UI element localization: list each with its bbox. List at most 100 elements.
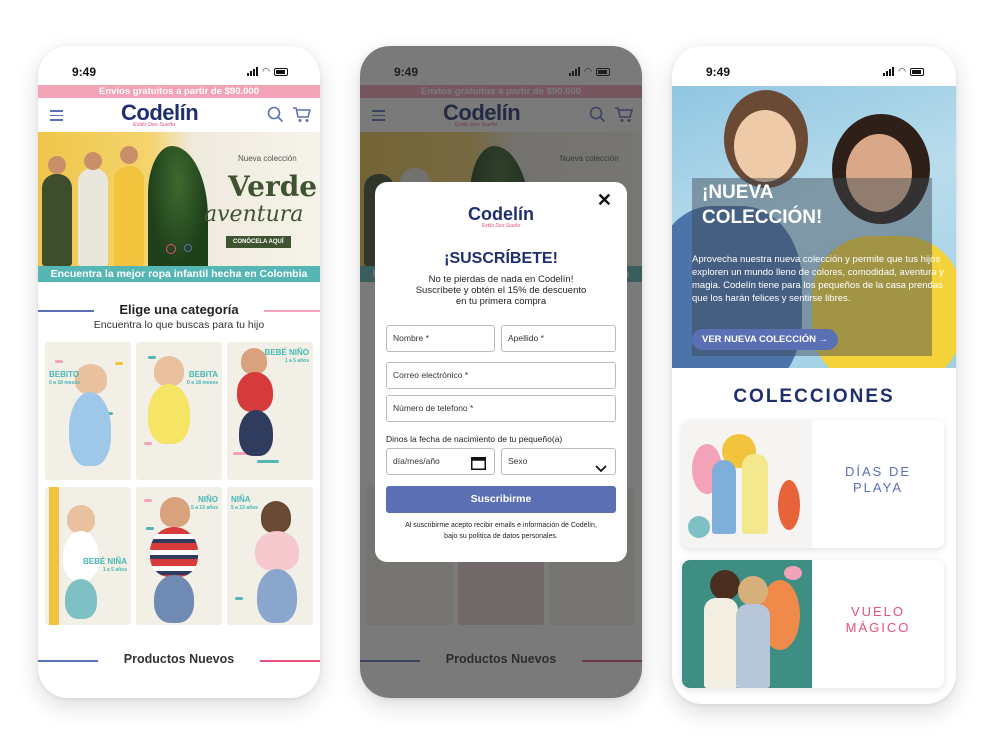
child-photo [738,576,768,606]
signal-icon [883,67,895,76]
dob-label: Dinos la fecha de nacimiento de tu peque… [386,434,563,444]
category-card-bebita[interactable]: BEBITA 0 a 18 meses [136,342,222,480]
first-name-field[interactable]: Nombre * [386,325,495,352]
legal-text: Al suscribirme acepto recibir emails e i… [387,520,615,542]
category-label: BEBÉ NIÑA [82,557,127,566]
status-time: 9:49 [706,65,731,79]
ball-decoration [688,516,710,538]
collection-name: VUELO MÁGICO [812,604,944,636]
butterfly-decoration [784,566,802,580]
collection-name-line: VUELO [850,604,906,619]
date-field[interactable]: día/mes/año [386,448,495,475]
carousel-dot-icon[interactable] [166,244,176,254]
status-bar: 9:49 ◠ [672,46,956,86]
chevron-down-icon [595,458,607,483]
legal-line: bajo su política de datos personales. [444,533,558,540]
collection-title: ¡NUEVA COLECCIÓN! [702,180,822,230]
modal-text-line: en tu primera compra [455,296,547,307]
info-strip: Encuentra la mejor ropa infantil hecha e… [38,266,320,282]
modal-logo-tagline: Estilo Des Sueño [481,223,521,229]
phone-field[interactable]: Número de telefono * [386,395,616,422]
carousel-dot-icon[interactable] [184,244,192,252]
collection-name-line: MÁGICO [845,620,911,635]
child-photo [257,569,297,623]
search-icon[interactable] [267,106,284,128]
calendar-icon[interactable] [471,455,486,480]
status-bar: 9:49 ◠ [38,46,320,86]
battery-icon [274,68,288,76]
collections-title: COLECCIONES [733,386,895,407]
child-photo [712,460,736,534]
child-photo [67,505,95,533]
kid-head [120,146,138,164]
category-card-bebe-nina[interactable]: BEBÉ NIÑA 1 a 5 años [45,487,131,625]
modal-description: No te pierdas de nada en Codelín! Suscrí… [393,274,609,307]
modal-title: ¡SUSCRÍBETE! [444,250,558,267]
email-field[interactable]: Correo electrónico * [386,362,616,389]
child-photo [239,410,273,456]
surfboard-decoration [778,480,800,530]
collection-card-vuelo-magico[interactable]: VUELO MÁGICO [682,560,944,688]
modal-text-line: Suscríbete y obtén el 15% de descuento [415,285,587,296]
child-photo [736,604,770,688]
category-section-title: Elige una categoría [119,302,239,317]
hero-title-line2: aventura [204,202,304,227]
kid-figure [42,174,72,266]
category-label: NIÑA [231,495,251,504]
hero-cta-button[interactable]: CONÓCELA AQUÍ [226,236,291,248]
kid-head [48,156,66,174]
category-section-subtitle: Encuentra lo que buscas para tu hijo [93,319,265,331]
category-label: BEBÉ NIÑO [264,348,309,357]
wifi-icon: ◠ [262,66,270,76]
kid-figure [78,168,108,266]
kid-head [84,152,102,170]
collection-hero: ¡NUEVA COLECCIÓN! Aprovecha nuestra nuev… [672,86,956,368]
child-photo [150,527,198,577]
child-photo [710,570,740,600]
collection-card-dias-de-playa[interactable]: DÍAS DE PLAYA [682,420,944,548]
child-photo [154,575,194,623]
category-card-nina[interactable]: NIÑA 5 a 13 años [227,487,313,625]
child-photo [65,579,97,619]
menu-icon[interactable] [50,110,63,124]
category-age: 1 a 5 años [284,358,309,364]
category-label: NIÑO [198,495,218,504]
collection-image [682,420,812,548]
subscribe-button[interactable]: Suscribirme [386,486,616,513]
date-placeholder: día/mes/año [393,456,440,466]
phone-subscribe-screen: 9:49 ◠ Envios gratuitos a partir de $90.… [360,46,642,698]
child-photo [255,531,299,571]
battery-icon [910,68,924,76]
status-icons: ◠ [247,67,288,76]
collection-name-line: DÍAS DE [844,464,911,479]
hero-title-line1: Verde [228,170,318,203]
child-photo [160,497,190,527]
child-photo [148,384,190,444]
child-photo [734,110,796,182]
collection-name-line: PLAYA [853,480,903,495]
last-name-field[interactable]: Apellido * [501,325,616,352]
child-photo [704,598,738,688]
view-collection-button[interactable]: VER NUEVA COLECCIÓN → [692,329,839,350]
modal-text-line: No te pierdas de nada en Codelín! [428,274,574,285]
sex-select-value: Sexo [508,456,528,466]
brand-tagline: Estilo Des Sueño [133,122,176,128]
collection-title-line: ¡NUEVA [702,182,774,203]
cart-icon[interactable] [292,106,311,128]
kid-figure [114,166,144,266]
ladder-decoration [49,487,59,625]
status-time: 9:49 [72,65,97,79]
category-card-bebito[interactable]: BEBITO 0 a 18 meses [45,342,131,480]
collection-image [682,560,812,688]
plant-decoration [148,146,208,266]
category-age: 0 a 18 meses [49,380,80,386]
category-card-bebe-nino[interactable]: BEBÉ NIÑO 1 a 5 años [227,342,313,480]
promo-banner[interactable]: Envios gratuitos a partir de $90.000 [38,85,320,98]
sex-select[interactable]: Sexo [501,448,616,475]
status-icons: ◠ [883,67,924,76]
hero-banner[interactable]: Nueva colección Verde aventura CONÓCELA … [38,132,320,266]
category-age: 5 a 13 años [191,505,218,511]
subscribe-modal: ✕ Codelín Estilo Des Sueño ¡SUSCRÍBETE! … [375,182,627,562]
phone-collection-screen: 9:49 ◠ ¡NUEVA COLECCIÓN! Aprovecha nuest… [672,46,956,704]
category-card-nino[interactable]: NIÑO 5 a 13 años [136,487,222,625]
